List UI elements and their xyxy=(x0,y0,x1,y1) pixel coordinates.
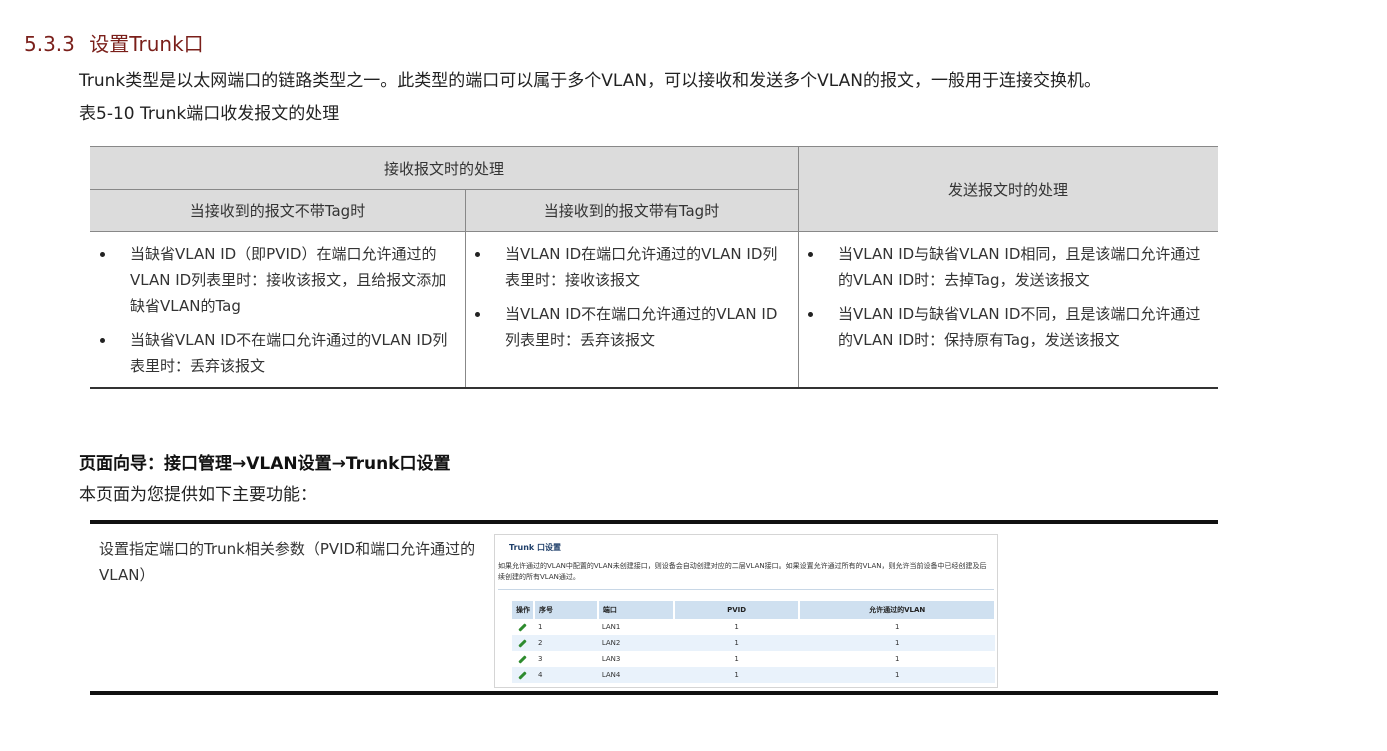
screenshot-note: 如果允许通过的VLAN中配置的VLAN未创建接口，则设备会自动创建对应的二层VL… xyxy=(498,562,987,581)
row-port: LAN1 xyxy=(601,623,621,631)
column-header: 序号 xyxy=(533,601,599,619)
bullet-icon xyxy=(808,252,813,257)
section-number: 5.3.3 xyxy=(24,32,75,56)
trunk-port-table: 接收报文时的处理 发送报文时的处理 当接收到的报文不带Tag时 当接收到的报文带… xyxy=(90,146,1218,389)
column-header: PVID xyxy=(673,601,801,619)
function-description: 设置指定端口的Trunk相关参数（PVID和端口允许通过的VLAN） xyxy=(99,540,476,584)
section-title: 5.3.3 设置Trunk口 xyxy=(24,28,204,57)
divider xyxy=(90,189,798,190)
row-pvid: 1 xyxy=(734,655,739,663)
pencil-icon xyxy=(518,623,528,632)
row-vlan: 1 xyxy=(799,667,995,683)
row-pvid: 1 xyxy=(673,667,800,683)
list-item: 当缺省VLAN ID（即PVID）在端口允许通过的VLAN ID列表里时：接收该… xyxy=(90,241,465,319)
list-item: 当缺省VLAN ID不在端口允许通过的VLAN ID列表里时：丢弃该报文 xyxy=(90,327,465,379)
list-item: 当VLAN ID不在端口允许通过的VLAN ID列表里时：丢弃该报文 xyxy=(465,301,798,353)
row-port: LAN2 xyxy=(597,635,674,651)
list-item: 当VLAN ID与缺省VLAN ID相同，且是该端口允许通过的VLAN ID时：… xyxy=(798,241,1218,293)
trunk-settings-screenshot: Trunk 口设置 如果允许通过的VLAN中配置的VLAN未创建接口，则设备会自… xyxy=(494,534,998,688)
edit-button[interactable] xyxy=(512,635,534,651)
table-row: 1 LAN1 1 1 xyxy=(512,619,995,635)
divider xyxy=(498,589,994,590)
row-index: 4 xyxy=(533,667,598,683)
trunk-port-list: 操作 序号 端口 PVID 允许通过的VLAN 1 LAN1 1 1 2 LAN… xyxy=(512,601,996,683)
tagged-header: 当接收到的报文带有Tag时 xyxy=(465,189,798,231)
bullet-icon xyxy=(808,312,813,317)
bullet-icon xyxy=(475,312,480,317)
pencil-icon xyxy=(518,671,528,680)
column-header: 端口 xyxy=(597,601,675,619)
row-index: 2 xyxy=(533,635,598,651)
table-caption: 表5-10 Trunk端口收发报文的处理 xyxy=(79,104,340,124)
list-item: 当VLAN ID与缺省VLAN ID不同，且是该端口允许通过的VLAN ID时：… xyxy=(798,301,1218,353)
function-box: 设置指定端口的Trunk相关参数（PVID和端口允许通过的VLAN） Trunk… xyxy=(90,520,1218,695)
nav-description: 本页面为您提供如下主要功能： xyxy=(79,485,317,505)
row-index: 1 xyxy=(537,623,543,631)
tagged-cell: 当VLAN ID在端口允许通过的VLAN ID列表里时：接收该报文 当VLAN … xyxy=(465,241,798,361)
send-header: 发送报文时的处理 xyxy=(798,147,1218,231)
row-vlan: 1 xyxy=(894,623,900,631)
table-header-row: 操作 序号 端口 PVID 允许通过的VLAN xyxy=(512,601,996,619)
intro-paragraph: Trunk类型是以太网端口的链路类型之一。此类型的端口可以属于多个VLAN，可以… xyxy=(79,71,1101,91)
edit-button[interactable] xyxy=(512,619,534,635)
list-item: 当VLAN ID在端口允许通过的VLAN ID列表里时：接收该报文 xyxy=(465,241,798,293)
table-row: 4 LAN4 1 1 xyxy=(512,667,995,683)
row-index: 3 xyxy=(537,655,543,663)
row-pvid: 1 xyxy=(734,623,739,631)
page: 5.3.3 设置Trunk口 Trunk类型是以太网端口的链路类型之一。此类型的… xyxy=(0,0,1387,751)
column-header: 操作 xyxy=(512,601,535,619)
send-cell: 当VLAN ID与缺省VLAN ID相同，且是该端口允许通过的VLAN ID时：… xyxy=(798,241,1218,361)
pencil-icon xyxy=(518,639,528,648)
edit-button[interactable] xyxy=(512,667,534,683)
bullet-icon xyxy=(100,338,105,343)
row-vlan: 1 xyxy=(799,635,995,651)
untagged-header: 当接收到的报文不带Tag时 xyxy=(90,189,465,231)
divider xyxy=(90,231,1218,232)
row-port: LAN3 xyxy=(601,655,621,663)
row-pvid: 1 xyxy=(673,635,800,651)
table-row: 3 LAN3 1 1 xyxy=(512,651,995,667)
screenshot-title: Trunk 口设置 xyxy=(509,543,562,552)
column-header: 允许通过的VLAN xyxy=(799,601,996,619)
edit-button[interactable] xyxy=(512,651,534,667)
row-vlan: 1 xyxy=(894,655,900,663)
untagged-cell: 当缺省VLAN ID（即PVID）在端口允许通过的VLAN ID列表里时：接收该… xyxy=(90,241,465,387)
row-port: LAN4 xyxy=(597,667,674,683)
recv-header: 接收报文时的处理 xyxy=(90,147,798,189)
bullet-icon xyxy=(475,252,480,257)
pencil-icon xyxy=(518,655,528,664)
bullet-icon xyxy=(100,252,105,257)
table-row: 2 LAN2 1 1 xyxy=(512,635,995,651)
section-title-text: 设置Trunk口 xyxy=(89,32,204,56)
nav-heading: 页面向导：接口管理→VLAN设置→Trunk口设置 xyxy=(79,454,451,474)
